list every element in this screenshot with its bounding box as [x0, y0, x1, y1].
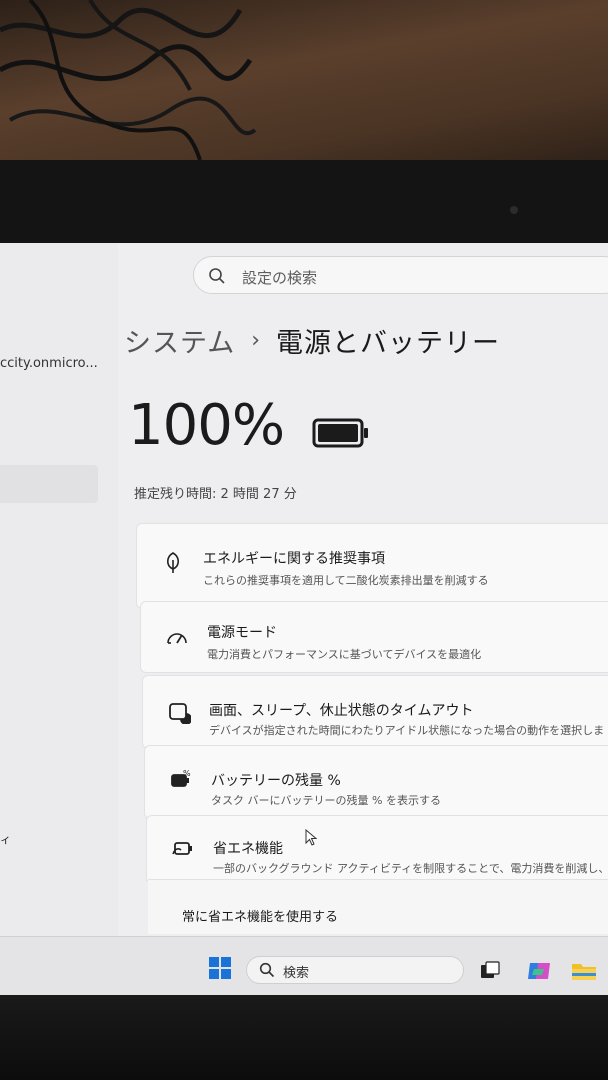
sidebar-item-system-selected[interactable]: [0, 465, 98, 503]
power-mode-icon: [167, 633, 187, 644]
copilot-icon[interactable]: [526, 959, 552, 983]
windows-start-icon[interactable]: [209, 957, 231, 979]
sidebar: ccity.onmicro... ィ: [0, 243, 118, 943]
card-screen-sleep-timeout[interactable]: 画面、スリープ、休止状態のタイムアウト デバイスが指定された時間にわたりアイドル…: [142, 675, 608, 749]
search-placeholder: 設定の検索: [242, 269, 318, 287]
breadcrumb: システム › 電源とバッテリー: [124, 320, 500, 360]
search-icon: [259, 962, 275, 978]
screen-sleep-icon: [169, 703, 191, 724]
file-explorer-icon[interactable]: [571, 961, 597, 981]
mouse-cursor-icon: [305, 829, 318, 846]
card-power-mode[interactable]: 電源モード 電力消費とパフォーマンスに基づいてデバイスを最適化: [140, 601, 608, 673]
card-title: 画面、スリープ、休止状態のタイムアウト: [209, 703, 474, 719]
leaf-icon: [166, 552, 180, 573]
laptop-bottom-bezel: [0, 995, 608, 1080]
svg-text:%: %: [183, 769, 191, 778]
card-description: タスク バーにバッテリーの残量 % を表示する: [211, 794, 441, 807]
search-icon: [209, 268, 225, 284]
card-energy-saver[interactable]: 省エネ機能 一部のバックグラウンド アクティビティを制限することで、電力消費を削…: [146, 815, 608, 881]
estimated-time-remaining: 推定残り時間: 2 時間 27 分: [134, 487, 297, 502]
breadcrumb-separator: ›: [251, 327, 261, 353]
settings-search-box[interactable]: 設定の検索: [193, 256, 608, 294]
card-title: エネルギーに関する推奨事項: [203, 551, 385, 567]
settings-window: ccity.onmicro... ィ 設定の検索 システム › 電源とバッテリー…: [0, 243, 608, 995]
task-view-icon[interactable]: [480, 961, 500, 979]
page-title: 電源とバッテリー: [276, 327, 501, 359]
energy-saver-always-on-label: 常に省エネ機能を使用する: [182, 910, 339, 925]
card-description: デバイスが指定された時間にわたりアイドル状態になった場合の動作を選択しま: [209, 724, 605, 737]
card-title: 電源モード: [207, 625, 277, 641]
card-description: 一部のバックグラウンド アクティビティを制限することで、電力消費を削減し、バッテ…: [213, 862, 608, 875]
battery-percent-icon: %: [171, 769, 191, 787]
energy-saver-always-on-row[interactable]: 常に省エネ機能を使用する: [148, 879, 608, 934]
taskbar-search-box[interactable]: 検索: [246, 956, 464, 984]
card-title: バッテリーの残量 %: [211, 773, 341, 789]
cable-photo: [0, 0, 257, 161]
card-title: 省エネ機能: [213, 841, 283, 857]
card-energy-recommendations[interactable]: エネルギーに関する推奨事項 これらの推奨事項を適用して二酸化炭素排出量を削減する: [136, 523, 608, 609]
breadcrumb-system[interactable]: システム: [124, 321, 235, 360]
energy-saver-icon: [172, 842, 192, 855]
battery-full-icon: [312, 418, 368, 448]
taskbar: 検索: [0, 936, 608, 995]
account-email: ccity.onmicro...: [0, 356, 98, 371]
taskbar-search-label: 検索: [283, 966, 310, 981]
card-description: 電力消費とパフォーマンスに基づいてデバイスを最適化: [207, 648, 482, 661]
webcam: [510, 206, 518, 214]
card-battery-percentage[interactable]: % バッテリーの残量 % タスク バーにバッテリーの残量 % を表示する: [144, 745, 608, 819]
card-description: これらの推奨事項を適用して二酸化炭素排出量を削減する: [203, 574, 489, 587]
battery-percentage: 100%: [128, 393, 285, 458]
sidebar-item-fragment[interactable]: ィ: [0, 831, 11, 847]
